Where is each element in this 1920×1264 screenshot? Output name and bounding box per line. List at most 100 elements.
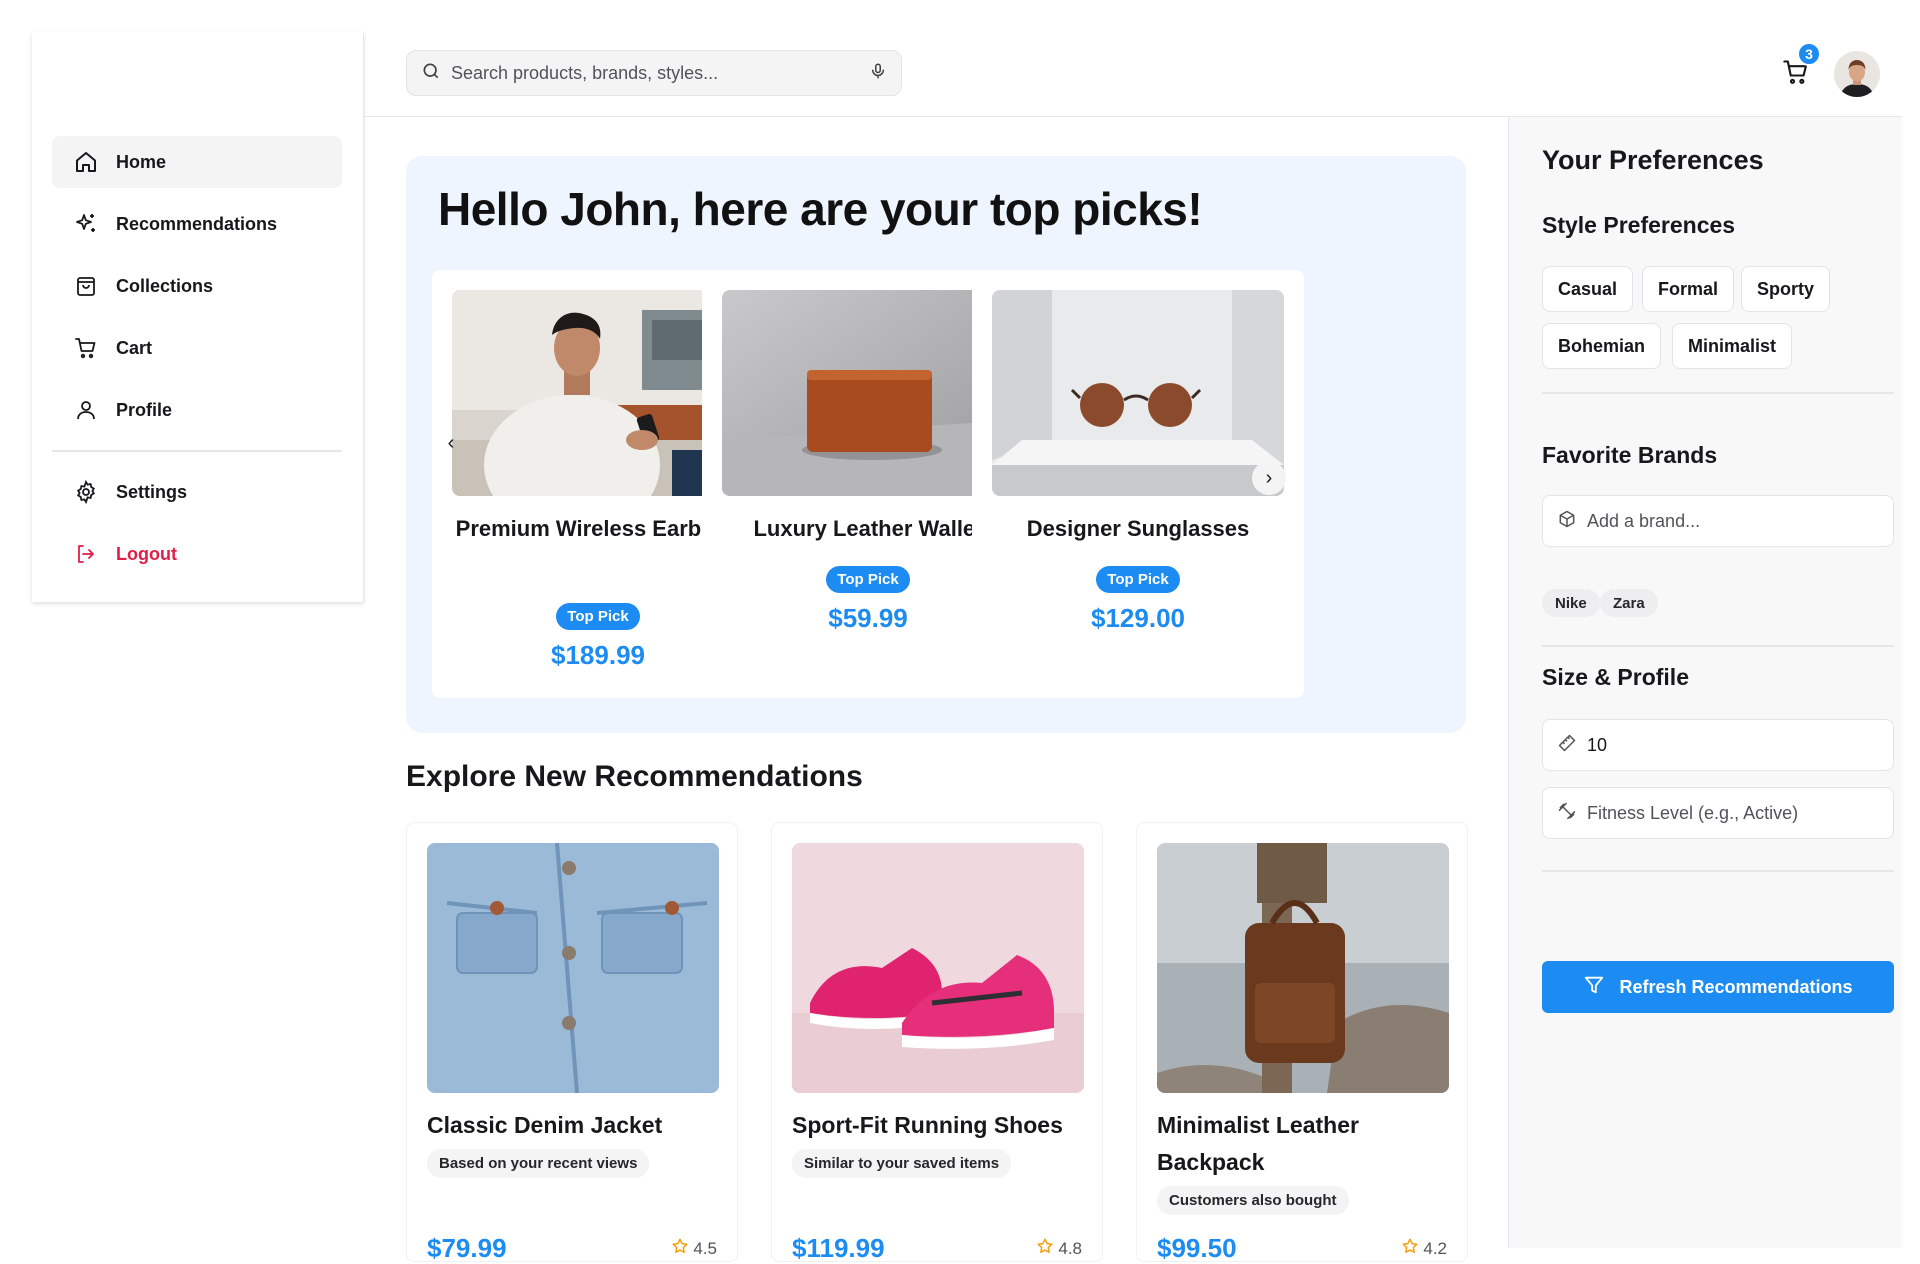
home-icon (72, 148, 100, 176)
sidebar-item-label: Settings (116, 481, 188, 502)
cart-icon (72, 334, 100, 362)
style-chip-casual[interactable]: Casual (1542, 266, 1634, 312)
product-title: Minimalist Leather Backpack (1157, 1112, 1359, 1175)
box-icon (1557, 509, 1577, 534)
microphone-icon[interactable] (869, 61, 887, 86)
sidebar-divider (52, 450, 342, 452)
top-picks-section: Hello John, here are your top picks! Pre… (406, 156, 1466, 733)
user-icon (72, 396, 100, 424)
top-pick-badge: Top Pick (826, 566, 910, 593)
product-image-wallet (722, 290, 1014, 496)
brand-chip-nike[interactable]: Nike (1542, 589, 1600, 617)
sidebar-item-collections[interactable]: Collections (52, 260, 342, 312)
top-pick-card[interactable]: Designer Sunglasses Top Pick $129.00 › (972, 270, 1304, 698)
cart-count-badge: 3 (1797, 42, 1821, 66)
pick-price: $129.00 (1091, 603, 1185, 633)
logout-icon (72, 540, 100, 568)
top-pick-badge-wrap: Top Pick (972, 566, 1304, 593)
recommendation-card[interactable]: Sport-Fit Running Shoes Similar to your … (771, 822, 1103, 1263)
size-profile-title: Size & Profile (1542, 664, 1689, 690)
star-icon (1036, 1237, 1054, 1260)
size-field[interactable] (1542, 719, 1894, 771)
gear-icon (72, 478, 100, 506)
product-image-sunglasses (992, 290, 1284, 496)
style-chip-sporty[interactable]: Sporty (1741, 266, 1831, 312)
top-header: 3 (364, 32, 1902, 117)
rating-value: 4.5 (693, 1238, 717, 1258)
brand-input[interactable] (1587, 510, 1879, 532)
panel-divider (1542, 645, 1894, 647)
sidebar: Home Recommendations Collections Cart Pr… (32, 32, 364, 602)
top-pick-badge: Top Pick (556, 603, 640, 630)
sidebar-item-label: Collections (116, 275, 214, 296)
search-bar[interactable] (406, 50, 902, 96)
panel-divider (1542, 392, 1894, 394)
product-image-earbuds (452, 290, 744, 496)
product-rating: 4.8 (1036, 1237, 1082, 1260)
top-pick-badge: Top Pick (1096, 566, 1180, 593)
sidebar-item-label: Home (116, 151, 167, 172)
product-price: $79.99 (427, 1233, 507, 1263)
style-chip-bohemian[interactable]: Bohemian (1542, 323, 1662, 369)
app-frame: Home Recommendations Collections Cart Pr… (32, 32, 1902, 1263)
fitness-level-input[interactable] (1587, 802, 1879, 824)
carousel-prev-button[interactable]: ‹ (434, 426, 468, 460)
preferences-title: Your Preferences (1542, 145, 1764, 175)
sidebar-item-settings[interactable]: Settings (52, 466, 342, 518)
reason-tag: Similar to your saved items (792, 1149, 1012, 1178)
rating-value: 4.2 (1423, 1238, 1447, 1258)
brand-field[interactable] (1542, 495, 1894, 547)
refresh-label: Refresh Recommendations (1619, 976, 1853, 997)
avatar[interactable] (1834, 51, 1880, 97)
reason-tag: Based on your recent views (427, 1149, 650, 1178)
search-input[interactable] (451, 62, 869, 84)
product-rating: 4.2 (1401, 1237, 1447, 1260)
hero-title: Hello John, here are your top picks! (438, 183, 1203, 235)
explore-title: Explore New Recommendations (406, 760, 863, 793)
sidebar-item-label: Profile (116, 399, 173, 420)
recommendation-card[interactable]: Classic Denim Jacket Based on your recen… (406, 822, 738, 1263)
sidebar-item-label: Recommendations (116, 213, 278, 234)
fitness-level-field[interactable] (1542, 787, 1894, 839)
product-price: $99.50 (1157, 1233, 1237, 1263)
sidebar-item-recommendations[interactable]: Recommendations (52, 198, 342, 250)
sidebar-item-profile[interactable]: Profile (52, 384, 342, 436)
product-price: $119.99 (792, 1233, 885, 1263)
star-icon (671, 1237, 689, 1260)
style-chip-minimalist[interactable]: Minimalist (1672, 323, 1793, 369)
carousel-next-button[interactable]: › (1252, 461, 1286, 495)
rating-value: 4.8 (1058, 1238, 1082, 1258)
preferences-panel: Your Preferences Style Preferences Casua… (1508, 117, 1902, 1248)
dumbbell-icon (1557, 801, 1577, 826)
sidebar-item-home[interactable]: Home (52, 136, 342, 188)
style-preferences-title: Style Preferences (1542, 212, 1736, 238)
product-image-denim-jacket (427, 843, 719, 1093)
ruler-icon (1557, 733, 1577, 758)
product-title: Sport-Fit Running Shoes (792, 1112, 1063, 1138)
recommendation-card[interactable]: Minimalist Leather Backpack Customers al… (1136, 822, 1468, 1263)
product-title: Classic Denim Jacket (427, 1112, 663, 1138)
sparkles-icon (72, 210, 100, 238)
sidebar-item-label: Logout (116, 543, 177, 564)
sidebar-item-logout[interactable]: Logout (52, 528, 342, 580)
search-icon (421, 61, 441, 86)
sidebar-item-cart[interactable]: Cart (52, 322, 342, 374)
style-chip-formal[interactable]: Formal (1642, 266, 1735, 312)
favorite-brands-title: Favorite Brands (1542, 442, 1718, 468)
pick-title: Designer Sunglasses (1026, 516, 1250, 541)
product-image-backpack (1157, 843, 1449, 1093)
refresh-recommendations-button[interactable]: Refresh Recommendations (1542, 961, 1894, 1013)
sidebar-item-label: Cart (116, 337, 153, 358)
star-icon (1401, 1237, 1419, 1260)
product-rating: 4.5 (671, 1237, 717, 1260)
chevron-right-icon: › (1265, 466, 1273, 489)
chevron-left-icon: ‹ (447, 431, 455, 454)
shopping-bag-icon (72, 272, 100, 300)
filter-icon (1583, 974, 1605, 1001)
sidebar-nav: Home Recommendations Collections Cart Pr… (52, 136, 342, 590)
panel-divider (1542, 870, 1894, 872)
brand-chip-zara[interactable]: Zara (1600, 589, 1658, 617)
reason-tag: Customers also bought (1157, 1186, 1349, 1215)
product-image-running-shoes (792, 843, 1084, 1093)
size-input[interactable] (1587, 734, 1879, 756)
